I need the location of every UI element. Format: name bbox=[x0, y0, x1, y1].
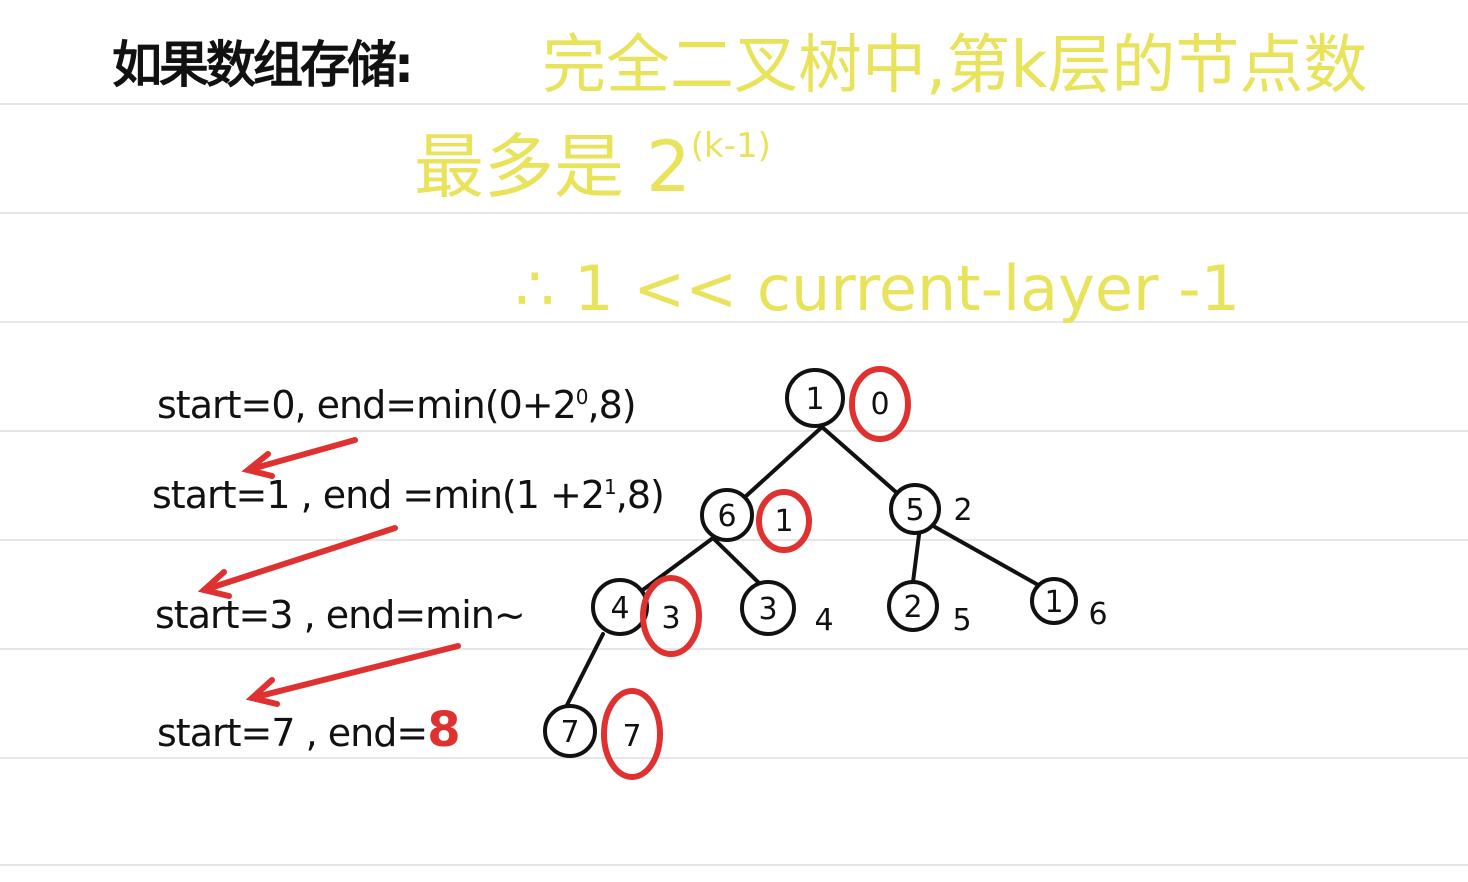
node-value: 1 bbox=[1044, 585, 1063, 620]
array-index-label: 5 bbox=[952, 603, 971, 638]
tree-node: 4 bbox=[591, 578, 649, 636]
array-index-label: 0 bbox=[849, 366, 911, 442]
index-value: 6 bbox=[1088, 597, 1107, 632]
node-value: 6 bbox=[717, 499, 736, 534]
index-value: 1 bbox=[774, 504, 793, 539]
index-value: 5 bbox=[952, 603, 971, 638]
index-value: 7 bbox=[622, 719, 641, 754]
index-value: 2 bbox=[953, 493, 972, 528]
node-value: 7 bbox=[560, 715, 579, 750]
array-index-label: 2 bbox=[953, 493, 972, 528]
node-value: 4 bbox=[610, 591, 629, 626]
node-value: 3 bbox=[758, 592, 777, 627]
tree-node: 1 bbox=[785, 368, 845, 428]
array-index-label: 7 bbox=[601, 688, 663, 780]
binary-tree-diagram: 1 6 5 4 3 2 1 7 0 1 2 3 4 5 6 7 bbox=[197, 366, 1108, 780]
tree-node: 7 bbox=[543, 704, 597, 758]
tree-node: 6 bbox=[700, 488, 754, 542]
tree-edge bbox=[565, 632, 605, 707]
tree-node: 1 bbox=[1030, 577, 1078, 625]
red-arrow bbox=[197, 525, 398, 599]
tree-edge bbox=[711, 536, 764, 588]
index-value: 0 bbox=[870, 387, 889, 422]
tree-edge bbox=[638, 536, 715, 594]
red-arrow bbox=[241, 437, 358, 479]
index-value: 3 bbox=[661, 601, 680, 636]
index-value: 4 bbox=[814, 603, 833, 638]
node-value: 1 bbox=[805, 382, 824, 417]
tree-node: 2 bbox=[887, 580, 939, 632]
array-index-label: 4 bbox=[814, 603, 833, 638]
red-arrow bbox=[245, 643, 461, 707]
array-index-label: 1 bbox=[756, 489, 812, 553]
node-value: 2 bbox=[903, 590, 922, 625]
tree-node: 5 bbox=[889, 483, 941, 535]
array-index-label: 3 bbox=[640, 575, 702, 657]
node-value: 5 bbox=[905, 493, 924, 528]
tree-edge bbox=[911, 525, 922, 584]
tree-node: 3 bbox=[740, 580, 796, 636]
tree-edge bbox=[743, 425, 824, 499]
tree-edge bbox=[933, 525, 1042, 588]
array-index-label: 6 bbox=[1088, 597, 1107, 632]
